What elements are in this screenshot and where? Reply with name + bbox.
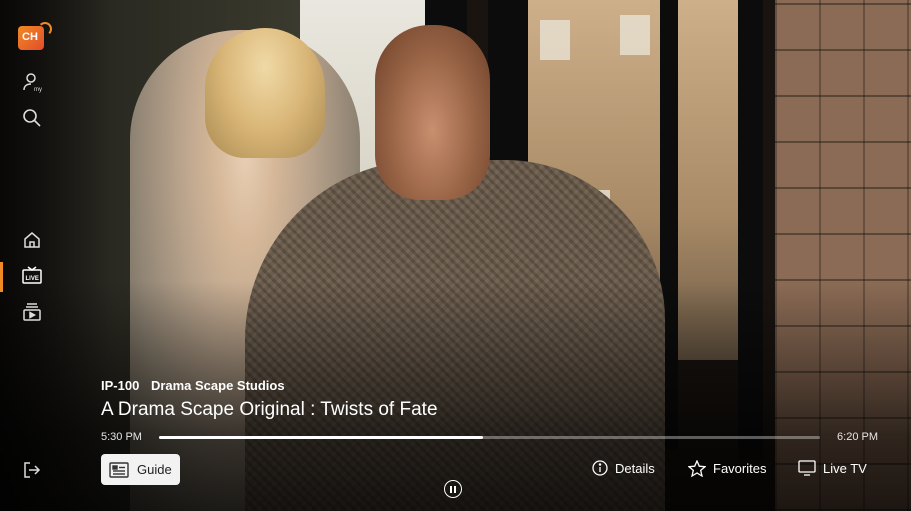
end-time: 6:20 PM <box>837 431 878 443</box>
active-indicator <box>0 262 3 292</box>
progress-fill <box>159 436 483 439</box>
details-label: Details <box>615 460 655 476</box>
profile-button[interactable]: my <box>20 70 44 94</box>
live-tv-icon: LIVE <box>22 266 42 284</box>
exit-button[interactable] <box>20 458 44 482</box>
home-button[interactable] <box>20 228 44 252</box>
logo-text: CH <box>22 31 38 43</box>
guide-icon <box>109 461 129 478</box>
guide-button[interactable]: Guide <box>101 454 180 485</box>
progress-bar <box>159 436 820 439</box>
pause-icon-bar <box>454 485 456 493</box>
channel-number: IP-100 <box>101 378 140 393</box>
details-button[interactable]: Details <box>592 460 655 476</box>
program-title: A Drama Scape Original : Twists of Fate <box>101 399 438 420</box>
profile-icon: my <box>23 73 42 93</box>
library-icon <box>23 303 41 321</box>
search-button[interactable] <box>20 106 44 130</box>
live-tv-label: Live TV <box>823 460 867 476</box>
pause-icon-bar <box>450 485 452 493</box>
favorites-button[interactable]: Favorites <box>688 460 766 477</box>
profile-label: my <box>34 87 42 93</box>
pause-button[interactable] <box>444 480 462 498</box>
channel-name: Drama Scape Studios <box>150 378 285 393</box>
signal-icon <box>38 22 52 36</box>
live-label: LIVE <box>26 276 39 282</box>
exit-icon <box>24 462 41 478</box>
favorites-label: Favorites <box>713 461 767 476</box>
tv-icon <box>798 460 816 476</box>
channel-app-logo[interactable]: CH <box>18 22 52 50</box>
channel-info: IP-100 Drama Scape Studios <box>101 378 293 393</box>
live-tv-button[interactable]: LIVE <box>20 264 44 288</box>
guide-label: Guide <box>137 462 172 477</box>
home-icon <box>24 232 40 248</box>
sidebar: CH my LIVE <box>0 0 64 511</box>
star-icon <box>688 460 706 477</box>
library-button[interactable] <box>20 300 44 324</box>
search-icon <box>23 109 41 127</box>
live-tv-action-button[interactable]: Live TV <box>798 460 867 476</box>
info-icon <box>592 460 608 476</box>
start-time: 5:30 PM <box>101 431 142 443</box>
